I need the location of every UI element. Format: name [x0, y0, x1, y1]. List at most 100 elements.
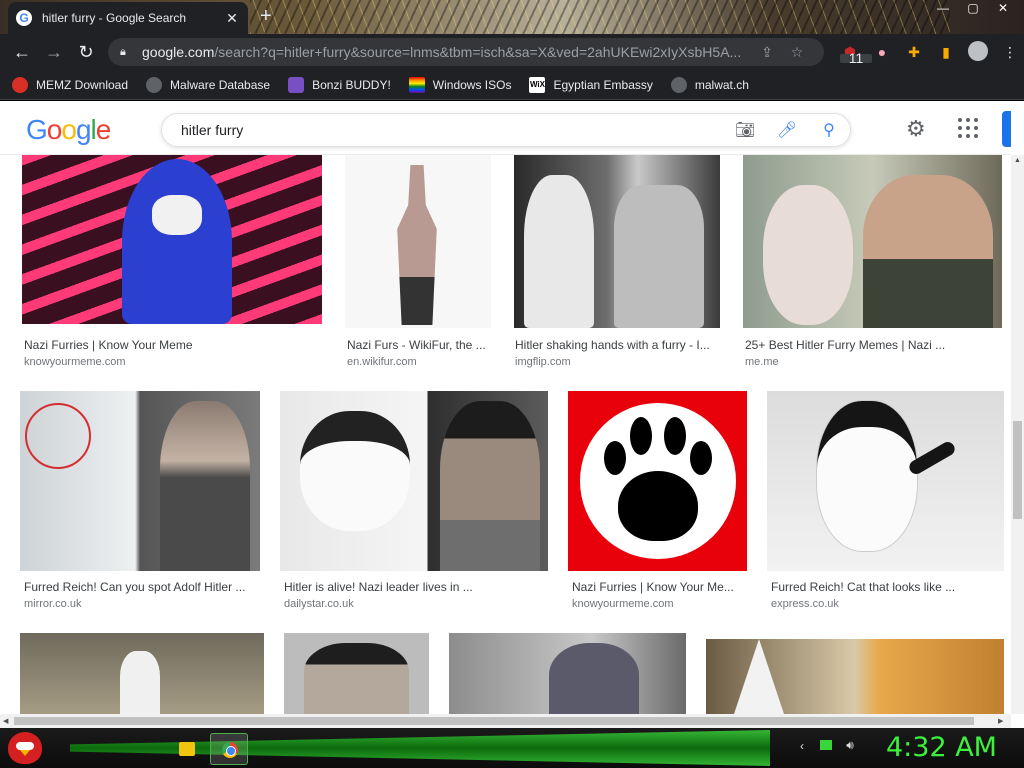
minimize-button[interactable]: —	[928, 0, 958, 18]
tab-title: hitler furry - Google Search	[42, 11, 187, 25]
scroll-right-icon[interactable]: ▶	[998, 717, 1003, 725]
result-thumbnail[interactable]	[22, 155, 322, 324]
result-title[interactable]: Furred Reich! Can you spot Adolf Hitler …	[24, 580, 245, 594]
result-thumbnail[interactable]	[706, 639, 1004, 714]
microphone-icon[interactable]: 🎤︎	[766, 120, 808, 140]
result-thumbnail[interactable]	[767, 391, 1004, 571]
result-title[interactable]: Hitler is alive! Nazi leader lives in ..…	[284, 580, 473, 594]
result-domain: mirror.co.uk	[24, 598, 82, 610]
photo-man-shape	[863, 175, 993, 328]
volume-icon[interactable]: 🔊︎	[838, 738, 862, 753]
scroll-left-icon[interactable]: ◀	[3, 717, 8, 725]
bookmark-malware-database[interactable]: Malware Database	[146, 76, 270, 93]
white-hood-shape	[734, 639, 784, 714]
file-explorer-task-button[interactable]	[168, 733, 206, 765]
bookmark-malwatch[interactable]: malwat.ch	[670, 76, 749, 93]
camera-icon[interactable]: 📷︎	[724, 120, 766, 140]
furry-costume-shape	[549, 643, 639, 714]
result-thumbnail[interactable]	[280, 391, 548, 571]
taskbar-clock[interactable]: 4:32 AM	[886, 732, 997, 763]
drawing-figure-shape	[397, 165, 437, 325]
cat-head-shape	[300, 411, 410, 531]
vertical-scroll-thumb[interactable]	[1013, 421, 1022, 519]
gear-icon[interactable]: ⚙	[906, 116, 926, 142]
puzzle-extensions-icon[interactable]: ✚	[898, 44, 930, 61]
vertical-scrollbar[interactable]: ▲	[1011, 155, 1024, 714]
result-thumbnail[interactable]	[568, 391, 747, 571]
window-controls: — ▢ ✕	[928, 0, 1018, 18]
photo-man-shape	[304, 643, 409, 714]
bookmark-star-icon[interactable]: ☆	[782, 44, 812, 61]
bunny-ears-shape	[120, 651, 160, 714]
result-title[interactable]: 25+ Best Hitler Furry Memes | Nazi ...	[745, 338, 945, 352]
result-domain: knowyourmeme.com	[24, 356, 126, 368]
result-title[interactable]: Furred Reich! Cat that looks like ...	[771, 580, 955, 594]
result-title[interactable]: Nazi Furries | Know Your Meme	[24, 338, 193, 352]
close-window-button[interactable]: ✕	[988, 0, 1018, 18]
address-bar[interactable]: 🔒︎ google.com/search?q=hitler+furry&sour…	[108, 38, 824, 66]
bookmark-label: Bonzi BUDDY!	[312, 77, 391, 92]
bookmark-egyptian-embassy[interactable]: WiX Egyptian Embassy	[529, 76, 653, 93]
result-thumbnail[interactable]	[284, 633, 429, 714]
result-title[interactable]: Hitler shaking hands with a furry - I...	[515, 338, 710, 352]
reload-icon[interactable]: ↻	[70, 36, 102, 68]
result-thumbnail[interactable]	[449, 633, 686, 714]
red-circle-icon	[12, 76, 28, 93]
photo-figure-left	[524, 175, 594, 328]
profile-avatar-icon[interactable]	[962, 40, 994, 64]
result-title[interactable]: Nazi Furs - WikiFur, the ...	[347, 338, 486, 352]
url-text[interactable]: google.com/search?q=hitler+furry&source=…	[142, 44, 752, 60]
result-thumbnail[interactable]	[20, 633, 264, 714]
taskbar	[0, 728, 1024, 768]
search-input[interactable]	[181, 122, 724, 138]
bookmark-windows-isos[interactable]: Windows ISOs	[408, 76, 511, 93]
bookmark-label: Egyptian Embassy	[553, 77, 653, 92]
horizontal-scrollbar[interactable]: ◀ ▶	[0, 714, 1011, 728]
result-thumbnail[interactable]	[743, 155, 1002, 328]
google-search-box[interactable]: 📷︎ 🎤︎ ⚲	[161, 113, 851, 147]
result-thumbnail[interactable]	[20, 391, 260, 571]
start-button-angry-bird-icon[interactable]	[8, 732, 42, 764]
bookmark-bonzi-buddy[interactable]: Bonzi BUDDY!	[288, 76, 391, 93]
google-logo[interactable]: Google	[26, 114, 111, 146]
paw-toe-shape	[664, 417, 686, 455]
search-icon[interactable]: ⚲	[808, 120, 850, 140]
system-tray: ‹ 🔊︎	[790, 738, 862, 753]
ublock-extension-icon[interactable]: ⬢ 11	[834, 44, 872, 65]
maximize-button[interactable]: ▢	[958, 0, 988, 18]
paw-toe-shape	[690, 441, 712, 475]
bookmark-label: MEMZ Download	[36, 77, 129, 92]
globe-icon	[146, 76, 163, 93]
side-panel-icon[interactable]: ▮	[930, 44, 962, 61]
menu-kebab-icon[interactable]: ⋮	[994, 44, 1024, 61]
horizontal-scroll-thumb[interactable]	[14, 717, 974, 725]
chrome-task-button[interactable]	[210, 733, 248, 765]
ublock-badge: 11	[840, 51, 872, 65]
forward-arrow-icon[interactable]: →	[38, 36, 70, 68]
title-bar: G hitler furry - Google Search ✕ + — ▢ ✕	[0, 0, 1024, 34]
new-tab-button[interactable]: +	[260, 6, 272, 26]
share-icon[interactable]: ⇪	[752, 44, 782, 61]
sign-in-button[interactable]	[1002, 111, 1011, 147]
result-thumbnail[interactable]	[514, 155, 720, 328]
result-domain: en.wikifur.com	[347, 356, 417, 368]
network-icon[interactable]	[814, 739, 838, 753]
tray-overflow-icon[interactable]: ‹	[790, 739, 814, 753]
back-arrow-icon[interactable]: ←	[6, 36, 38, 68]
paw-toe-shape	[604, 441, 626, 475]
rainbow-flag-icon	[408, 76, 425, 93]
browser-tab[interactable]: G hitler furry - Google Search ✕	[8, 2, 248, 34]
photo-man-shape	[160, 401, 250, 571]
apps-grid-icon[interactable]	[958, 118, 978, 138]
web-page: Google 📷︎ 🎤︎ ⚲ ⚙ Nazi Furries | Know You…	[0, 101, 1024, 728]
title-bar-wallpaper	[250, 0, 950, 34]
browser-toolbar: ← → ↻ 🔒︎ google.com/search?q=hitler+furr…	[0, 34, 1024, 70]
wix-icon: WiX	[529, 76, 546, 93]
scroll-up-icon[interactable]: ▲	[1014, 157, 1021, 164]
bookmark-memz[interactable]: MEMZ Download	[12, 76, 129, 93]
tab-close-icon[interactable]: ✕	[224, 10, 240, 27]
result-title[interactable]: Nazi Furries | Know Your Me...	[572, 580, 734, 594]
paw-print-icon	[618, 471, 698, 541]
result-thumbnail[interactable]	[345, 155, 491, 328]
lock-icon[interactable]: 🔒︎	[120, 46, 130, 58]
